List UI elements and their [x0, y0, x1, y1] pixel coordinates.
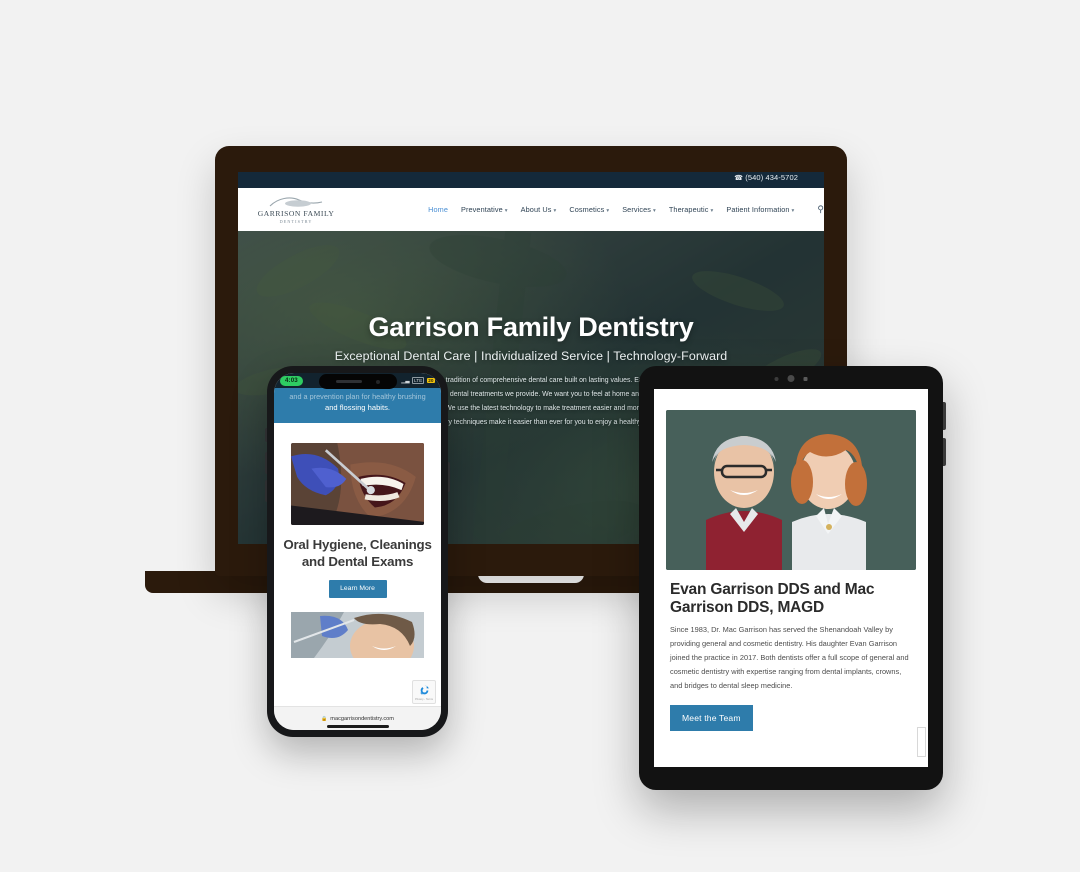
- nav-item-therapeutic[interactable]: Therapeutic ▾: [669, 205, 714, 214]
- nav-item-about-us[interactable]: About Us ▾: [521, 205, 557, 214]
- tablet-device: Evan Garrison DDS and Mac Garrison DDS, …: [639, 366, 946, 790]
- dental-exam-illustration: [291, 442, 424, 525]
- sensor-dot-icon: [774, 376, 779, 381]
- logo-line1: GARRISON FAMILY: [257, 209, 335, 218]
- meet-the-team-button[interactable]: Meet the Team: [670, 704, 753, 731]
- chevron-down-icon: ▾: [710, 208, 714, 214]
- flash-dot-icon: [803, 376, 808, 381]
- front-camera-icon: [375, 379, 380, 384]
- nav-item-services[interactable]: Services ▾: [622, 205, 656, 214]
- network-label: LTE: [412, 377, 425, 384]
- chevron-down-icon: ▾: [652, 208, 656, 214]
- tablet-scrollbar-thumb[interactable]: [917, 727, 926, 757]
- tablet-screen: Evan Garrison DDS and Mac Garrison DDS, …: [654, 389, 928, 767]
- tablet-page-heading: Evan Garrison DDS and Mac Garrison DDS, …: [670, 581, 875, 616]
- phone-banner-text-clipped: and a prevention plan for healthy brushi…: [289, 392, 426, 401]
- tablet-volume-up-button[interactable]: [943, 402, 946, 430]
- camera-lens-icon: [787, 375, 795, 382]
- lock-icon: 🔒: [321, 715, 328, 722]
- phone-volume-up-button[interactable]: [265, 452, 267, 474]
- phone-card-title: Oral Hygiene, Cleanings and Dental Exams: [283, 536, 432, 569]
- phone-device: 4:03 ▁▃ LTE 20 and a prevention plan for…: [265, 366, 450, 737]
- status-time: 4:03: [280, 375, 303, 386]
- hero-title: Garrison Family Dentistry: [368, 312, 694, 342]
- phone-screen: 4:03 ▁▃ LTE 20 and a prevention plan for…: [274, 373, 441, 730]
- earpiece-speaker-icon: [335, 380, 362, 383]
- dentists-portrait-photo: [666, 410, 916, 570]
- phone-mute-switch[interactable]: [265, 428, 267, 442]
- phone-volume-down-button[interactable]: [265, 480, 267, 502]
- nav-item-patient-information[interactable]: Patient Information ▾: [726, 205, 794, 214]
- phone-banner-text: and flossing habits.: [324, 403, 390, 413]
- nav-item-cosmetics[interactable]: Cosmetics ▾: [569, 205, 609, 214]
- dental-exam-photo: [291, 442, 424, 525]
- smiling-patient-illustration: [291, 611, 424, 658]
- tablet-page-content: Evan Garrison DDS and Mac Garrison DDS, …: [654, 570, 928, 731]
- site-header: GARRISON FAMILY DENTISTRY Home Preventat…: [238, 188, 824, 231]
- battery-level: 20: [426, 378, 435, 383]
- logo-line2: DENTISTRY: [279, 219, 313, 224]
- mountain-arc-logo-icon: [269, 197, 323, 207]
- main-navigation: Home Preventative ▾ About Us ▾ Cosmetics ▾ …: [428, 204, 824, 215]
- learn-more-button[interactable]: Learn More: [328, 579, 387, 598]
- signal-bars-icon: ▁▃: [401, 377, 410, 384]
- tablet-page-body: Since 1983, Dr. Mac Garrison has served …: [670, 625, 909, 690]
- phone-power-button[interactable]: [448, 462, 450, 492]
- chevron-down-icon: ▾: [791, 208, 795, 214]
- tablet-camera-cluster: [774, 375, 808, 382]
- phone-url-text: macgarrisondentistry.com: [330, 715, 394, 722]
- nav-item-preventative[interactable]: Preventative ▾: [461, 205, 508, 214]
- recaptcha-badge-icon[interactable]: Privacy - Terms: [412, 680, 436, 704]
- smiling-patient-photo: [291, 611, 424, 658]
- recaptcha-logo-icon: [419, 685, 429, 695]
- chevron-down-icon: ▾: [504, 208, 508, 214]
- phone-banner: and a prevention plan for healthy brushi…: [274, 388, 441, 423]
- site-topbar: ☎ (540) 434-5702: [238, 172, 824, 188]
- phone-icon: ☎: [734, 175, 744, 182]
- chevron-down-icon: ▾: [553, 208, 557, 214]
- tablet-volume-down-button[interactable]: [943, 438, 946, 466]
- search-icon[interactable]: ⚲: [817, 204, 824, 215]
- topbar-phone-link[interactable]: ☎ (540) 434-5702: [734, 173, 798, 182]
- site-logo[interactable]: GARRISON FAMILY DENTISTRY: [254, 195, 338, 224]
- chevron-down-icon: ▾: [606, 208, 610, 214]
- nav-item-home[interactable]: Home: [428, 205, 448, 214]
- phone-status-bar: 4:03 ▁▃ LTE 20: [274, 373, 441, 389]
- mockup-scene: ☎ (540) 434-5702 GARRISON FAMILY DENTIST…: [0, 0, 1080, 872]
- phone-number: (540) 434-5702: [745, 173, 798, 182]
- recaptcha-label: Privacy - Terms: [415, 697, 433, 701]
- phone-dynamic-island: [318, 374, 397, 389]
- home-indicator[interactable]: [326, 724, 389, 728]
- status-indicators: ▁▃ LTE 20: [401, 377, 435, 384]
- hero-subtitle: Exceptional Dental Care | Individualized…: [334, 349, 728, 363]
- dentists-portrait-illustration: [666, 410, 916, 570]
